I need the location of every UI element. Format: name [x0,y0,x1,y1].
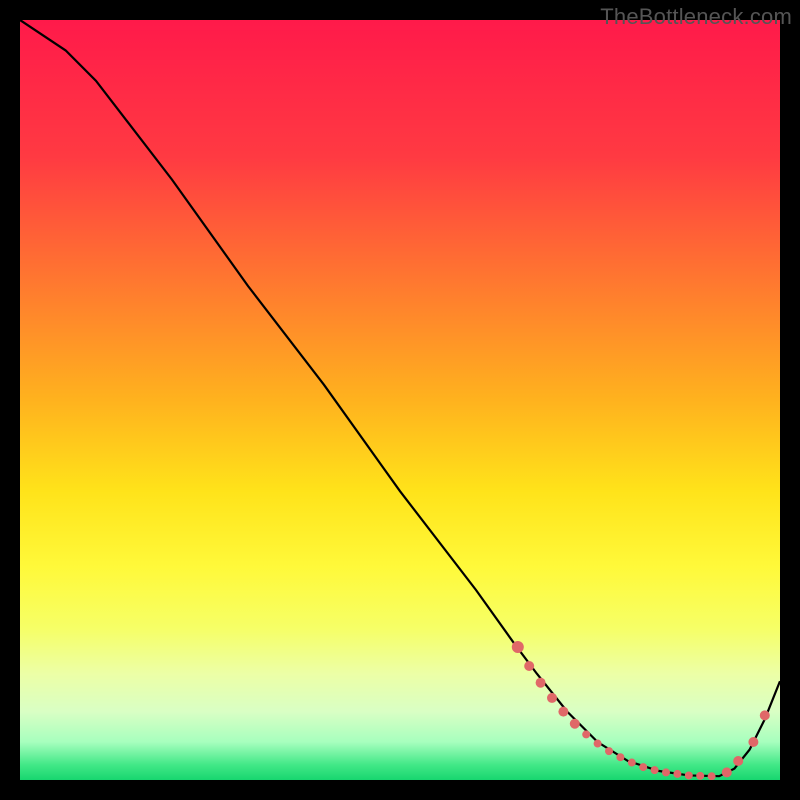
curve-layer [20,20,780,780]
highlight-dot [558,707,568,717]
highlight-dot [673,770,681,778]
highlight-dot [628,759,636,767]
highlight-dot [722,767,732,777]
plot-outer [20,20,780,780]
highlight-dot [708,772,716,780]
bottleneck-curve [20,20,780,776]
highlight-dot [594,740,602,748]
highlight-dot [696,772,704,780]
highlight-dot [582,730,590,738]
highlight-dots-group [512,641,770,780]
highlight-dot [570,719,580,729]
highlight-dot [733,756,743,766]
highlight-dot [547,693,557,703]
highlight-dot [651,766,659,774]
highlight-dot [662,768,670,776]
highlight-dot [748,737,758,747]
highlight-dot [616,753,624,761]
highlight-dot [639,763,647,771]
highlight-dot [605,747,613,755]
watermark-label: TheBottleneck.com [600,4,792,30]
highlight-dot [536,678,546,688]
highlight-dot [685,771,693,779]
highlight-dot [760,710,770,720]
highlight-dot [512,641,524,653]
highlight-dot [524,661,534,671]
chart-frame: TheBottleneck.com [0,0,800,800]
